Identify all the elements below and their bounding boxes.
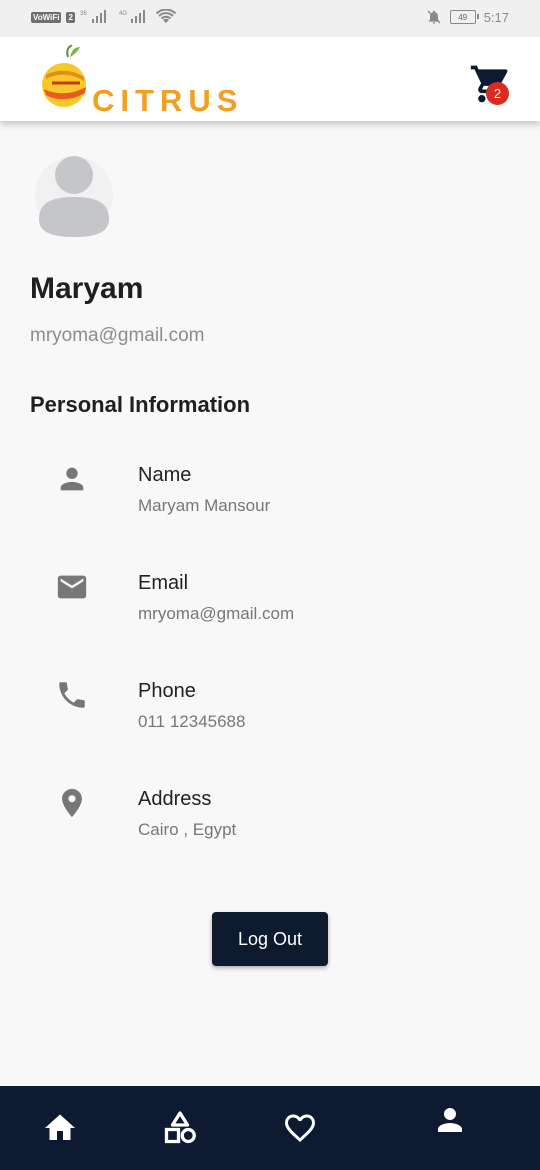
info-value: 011 12345688 [138, 712, 246, 731]
info-row-phone: Phone 011 12345688 [0, 678, 540, 748]
info-value: Maryam Mansour [138, 496, 271, 515]
brand-name: CITRUS [92, 83, 244, 118]
home-icon[interactable] [42, 1110, 78, 1146]
person-icon [60, 467, 84, 491]
status-right: 49 5:17 [426, 9, 509, 25]
signal-label-1: 36 [80, 11, 87, 17]
categories-icon[interactable] [162, 1110, 198, 1146]
info-row-name: Name Maryam Mansour [0, 462, 540, 532]
info-label: Address [138, 788, 212, 810]
status-bar: VoWiFi 2 36 4G 49 5:17 [0, 0, 540, 37]
info-row-email: Email mryoma@gmail.com [0, 570, 540, 640]
info-label: Phone [138, 680, 196, 702]
vowifi-indicator: VoWiFi [31, 11, 62, 23]
location-pin-icon [62, 788, 82, 818]
wifi-icon [155, 9, 176, 23]
profile-email: mryoma@gmail.com [30, 325, 205, 346]
sim-indicator: 2 [66, 11, 75, 23]
info-label: Name [138, 464, 192, 486]
cart-count-badge: 2 [486, 82, 509, 105]
mail-icon [57, 575, 87, 599]
logout-button[interactable]: Log Out [212, 912, 328, 966]
status-left: VoWiFi 2 36 4G [31, 9, 176, 25]
signal-icon: 36 [80, 10, 106, 23]
notifications-off-icon [427, 10, 441, 24]
avatar-placeholder-icon [35, 156, 113, 237]
info-value: mryoma@gmail.com [138, 604, 295, 623]
info-label: Email [138, 572, 189, 594]
phone-icon [59, 682, 85, 708]
bottom-navigation [0, 1086, 540, 1170]
app-bar: CITRUS 2 [0, 37, 540, 121]
battery-icon: 49 [449, 10, 479, 24]
info-value: Cairo , Egypt [138, 820, 237, 839]
clock: 5:17 [483, 9, 509, 25]
section-title-personal-info: Personal Information [30, 392, 251, 417]
profile-icon[interactable] [432, 1102, 468, 1138]
favorites-icon[interactable] [282, 1110, 318, 1146]
profile-name: Maryam [30, 272, 144, 305]
signal-label-2: 4G [119, 11, 127, 17]
info-row-address: Address Cairo , Egypt [0, 786, 540, 856]
signal-icon-2: 4G [119, 10, 145, 23]
